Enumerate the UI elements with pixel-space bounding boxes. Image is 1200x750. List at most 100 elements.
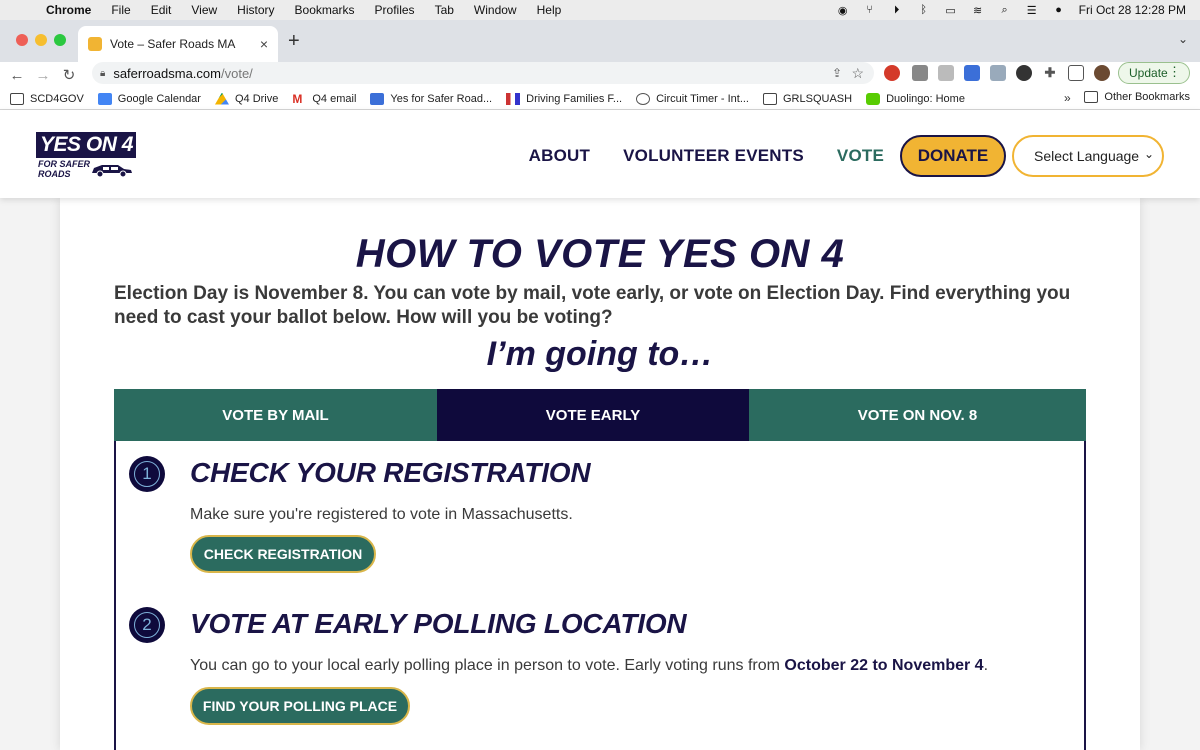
going-to-heading: I’m going to… (486, 335, 714, 373)
menu-window[interactable]: Window (474, 3, 517, 17)
nav-volunteer-events[interactable]: VOLUNTEER EVENTS (623, 146, 804, 166)
other-bookmarks-label: Other Bookmarks (1104, 91, 1190, 103)
logo-sub-line-1: FOR SAFER (38, 159, 91, 169)
step-title-check-registration: CHECK YOUR REGISTRATION (190, 457, 591, 488)
close-window-button[interactable] (16, 34, 28, 46)
bookmark-label: Q4 email (312, 92, 357, 105)
bookmark-circuit-timer[interactable]: Circuit Timer - Int... (636, 92, 749, 105)
site-header: YES ON 4 FOR SAFER ROADS ABOUT VOLUNTEER … (0, 110, 1200, 198)
extension-js-icon[interactable] (990, 65, 1006, 81)
url-host: saferroadsma.com (113, 65, 221, 81)
update-button[interactable]: Update ⋮ (1118, 62, 1190, 84)
early-voting-dates: October 22 to November 4 (784, 657, 984, 674)
new-tab-icon[interactable]: + (288, 30, 300, 53)
tab-vote-on-nov-8[interactable]: VOTE ON NOV. 8 (749, 389, 1086, 441)
bookmark-star-icon[interactable]: ☆ (851, 65, 864, 82)
step-text-registration: Make sure you're registered to vote in M… (190, 506, 573, 523)
logo-sub-text: FOR SAFER ROADS (38, 159, 92, 179)
reload-icon[interactable]: ↻ (56, 66, 82, 84)
forward-arrow-icon[interactable]: → (30, 67, 56, 84)
step-number-badge: 2 (129, 607, 165, 643)
siri-icon[interactable]: ● (1052, 4, 1066, 16)
profile-avatar[interactable] (1094, 65, 1110, 81)
bookmarks-overflow-icon[interactable]: » (1064, 91, 1071, 105)
wifi-icon[interactable]: ≋ (971, 4, 985, 17)
folder-icon (10, 92, 24, 105)
menu-file[interactable]: File (111, 3, 130, 17)
donate-button[interactable]: DONATE (900, 135, 1006, 177)
nav-about[interactable]: ABOUT (529, 146, 590, 166)
folder-icon (1084, 91, 1099, 103)
menu-bookmarks[interactable]: Bookmarks (295, 3, 355, 17)
menu-view[interactable]: View (191, 3, 217, 17)
minimize-window-button[interactable] (35, 34, 47, 46)
airpods-icon[interactable]: ⑂ (863, 4, 877, 16)
menubar-clock[interactable]: Fri Oct 28 12:28 PM (1079, 3, 1186, 17)
url-path: /vote/ (220, 65, 253, 81)
bookmark-google-calendar[interactable]: Google Calendar (97, 92, 201, 105)
step-number-badge: 1 (129, 456, 165, 492)
bookmark-scd4gov[interactable]: SCD4GOV (10, 92, 84, 105)
mac-menubar: Chrome File Edit View History Bookmarks … (0, 0, 1200, 20)
address-bar[interactable]: 🔒︎ saferroadsma.com/vote/ ⇪ ☆ (92, 62, 874, 84)
tab-vote-by-mail[interactable]: VOTE BY MAIL (114, 389, 437, 441)
find-polling-place-button[interactable]: FIND YOUR POLLING PLACE (190, 687, 410, 725)
tab-title: Vote – Safer Roads MA (110, 37, 236, 51)
step-number: 2 (134, 612, 160, 638)
folder-icon (763, 92, 777, 105)
bookmark-q4-email[interactable]: M Q4 email (292, 93, 356, 105)
more-menu-icon[interactable]: ⋮ (1168, 64, 1181, 80)
tab-search-chevron-icon[interactable]: ⌄ (1178, 32, 1188, 46)
vote-method-tabs: VOTE BY MAIL VOTE EARLY VOTE ON NOV. 8 (114, 389, 1086, 450)
drive-icon (214, 92, 229, 105)
bookmark-q4-drive[interactable]: Q4 Drive (214, 92, 278, 105)
bookmark-driving-families[interactable]: Driving Families F... (506, 92, 622, 105)
menu-history[interactable]: History (237, 3, 274, 17)
flag-icon (506, 92, 521, 105)
menu-tab[interactable]: Tab (435, 3, 454, 17)
spotlight-icon[interactable]: ⌕ (998, 4, 1012, 16)
gmail-icon: M (292, 91, 303, 106)
extension-d-icon[interactable] (964, 65, 980, 81)
menu-app-name[interactable]: Chrome (46, 3, 91, 17)
check-registration-button[interactable]: CHECK REGISTRATION (190, 535, 376, 573)
bookmark-yes-for-safer-roads[interactable]: Yes for Safer Road... (370, 92, 493, 105)
bookmark-label: Circuit Timer - Int... (656, 92, 749, 105)
play-icon[interactable]: ⏵ (890, 4, 904, 16)
bluetooth-icon[interactable]: ᛒ (917, 4, 931, 16)
globe-icon (636, 92, 651, 105)
extension-icon-1[interactable] (912, 65, 928, 81)
creative-cloud-icon[interactable]: ◉ (836, 4, 850, 17)
menu-edit[interactable]: Edit (151, 3, 172, 17)
chevron-down-icon: ⌄ (1143, 147, 1154, 161)
other-bookmarks[interactable]: Other Bookmarks (1084, 91, 1190, 103)
language-select[interactable]: Select Language ⌄ (1012, 135, 1164, 177)
back-arrow-icon[interactable]: ← (4, 67, 30, 84)
intro-text: Election Day is November 8. You can vote… (114, 283, 1071, 328)
menu-profiles[interactable]: Profiles (375, 3, 415, 17)
menu-help[interactable]: Help (537, 3, 562, 17)
adblock-extension-icon[interactable] (884, 65, 900, 81)
maximize-window-button[interactable] (54, 34, 66, 46)
bookmark-label: SCD4GOV (30, 92, 84, 105)
bookmark-duolingo[interactable]: Duolingo: Home (866, 92, 965, 105)
extension-icon-2[interactable] (938, 65, 954, 81)
puzzle-extensions-icon[interactable]: ✚ (1042, 65, 1058, 81)
duolingo-icon (866, 92, 881, 105)
site-logo[interactable]: YES ON 4 FOR SAFER ROADS (36, 132, 136, 180)
active-browser-tab[interactable]: Vote – Safer Roads MA × (78, 26, 278, 62)
bookmark-grlsquash[interactable]: GRLSQUASH (763, 92, 852, 105)
language-select-label: Select Language (1034, 148, 1140, 164)
bookmark-label: Yes for Safer Road... (390, 92, 493, 105)
page-title: HOW TO VOTE YES ON 4 (355, 232, 845, 276)
lock-icon[interactable]: 🔒︎ (100, 68, 105, 79)
battery-icon[interactable]: ▭ (944, 4, 958, 17)
step-number: 1 (134, 461, 160, 487)
control-center-icon[interactable]: ☰ (1025, 4, 1039, 17)
tab-vote-early[interactable]: VOTE EARLY (437, 389, 749, 450)
close-tab-icon[interactable]: × (260, 36, 268, 52)
nav-vote[interactable]: VOTE (837, 146, 884, 166)
share-icon[interactable]: ⇪ (832, 66, 842, 80)
extension-icon-3[interactable] (1016, 65, 1032, 81)
side-panel-icon[interactable] (1068, 65, 1084, 81)
